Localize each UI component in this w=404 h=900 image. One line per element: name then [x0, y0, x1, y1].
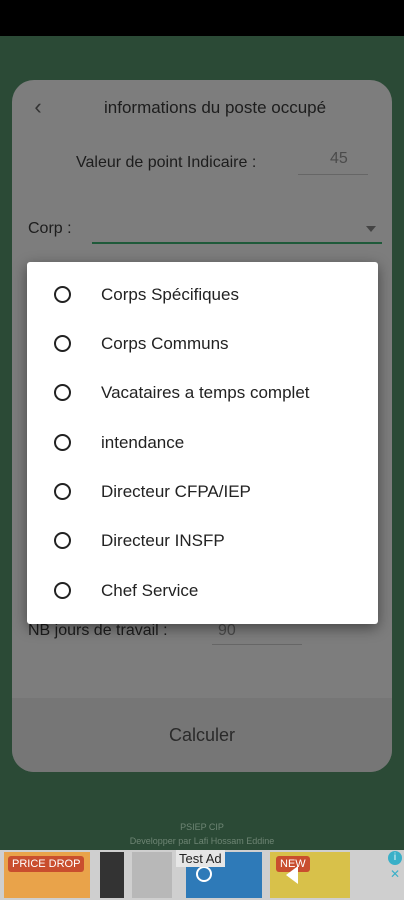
- card-header: ‹ informations du poste occupé: [12, 80, 392, 136]
- ad-badge-price-drop: PRICE DROP: [8, 856, 85, 872]
- info-icon[interactable]: i: [388, 851, 402, 865]
- option-label: Corps Communs: [101, 334, 229, 353]
- option-item[interactable]: Directeur INSFP: [27, 518, 378, 567]
- point-indiciaire-input[interactable]: 45: [330, 150, 348, 168]
- option-item[interactable]: Directeur CFPA/IEP: [27, 469, 378, 518]
- radio-button[interactable]: [54, 286, 71, 303]
- corp-label: Corp :: [28, 220, 72, 237]
- point-indiciaire-underline: [298, 174, 368, 175]
- close-icon[interactable]: ✕: [390, 867, 400, 881]
- option-label: Vacataires a temps complet: [101, 383, 310, 402]
- option-item[interactable]: Corps Communs: [27, 321, 378, 370]
- footer-line-1: PSIEP CIP: [180, 822, 224, 832]
- nb-jours-input[interactable]: 90: [218, 622, 236, 640]
- option-label: intendance: [101, 433, 185, 452]
- back-triangle-icon: [286, 866, 298, 884]
- test-ad-label: Test Ad: [176, 850, 225, 867]
- ad-tile-3[interactable]: [132, 852, 172, 898]
- option-label: Chef Service: [101, 581, 199, 600]
- option-label: Directeur CFPA/IEP: [101, 482, 251, 501]
- home-circle-icon: [196, 866, 212, 882]
- back-button[interactable]: ‹: [26, 94, 50, 120]
- ad-tile-2[interactable]: [100, 852, 124, 898]
- option-label: Directeur INSFP: [101, 531, 225, 550]
- calculer-button[interactable]: Calculer: [12, 698, 392, 772]
- chevron-left-icon: ‹: [34, 94, 42, 119]
- radio-button[interactable]: [54, 434, 71, 451]
- nb-jours-label: NB jours de travail :: [28, 622, 168, 639]
- radio-button[interactable]: [54, 483, 71, 500]
- radio-button[interactable]: [54, 384, 71, 401]
- radio-button[interactable]: [54, 532, 71, 549]
- nb-jours-underline: [212, 644, 302, 645]
- option-item[interactable]: Chef Service: [27, 568, 378, 617]
- option-item[interactable]: intendance: [27, 420, 378, 469]
- radio-button[interactable]: [54, 582, 71, 599]
- radio-button[interactable]: [54, 335, 71, 352]
- point-indiciaire-label: Valeur de point Indicaire :: [76, 154, 257, 171]
- calc-bar: Calculer: [12, 698, 392, 772]
- option-item[interactable]: Vacataires a temps complet: [27, 370, 378, 419]
- chevron-down-icon: [366, 226, 376, 232]
- option-label: Corps Spécifiques: [101, 285, 239, 304]
- option-item[interactable]: Corps Spécifiques: [27, 272, 378, 321]
- corp-dropdown-underline: [92, 242, 382, 244]
- status-bar: [0, 0, 404, 36]
- corp-options-dialog: Corps Spécifiques Corps Communs Vacataires…: [27, 262, 378, 624]
- footer-line-2: Developper par Lafi Hossam Eddine: [129, 836, 275, 846]
- corp-dropdown[interactable]: [92, 216, 382, 244]
- page-title: informations du poste occupé: [104, 98, 327, 117]
